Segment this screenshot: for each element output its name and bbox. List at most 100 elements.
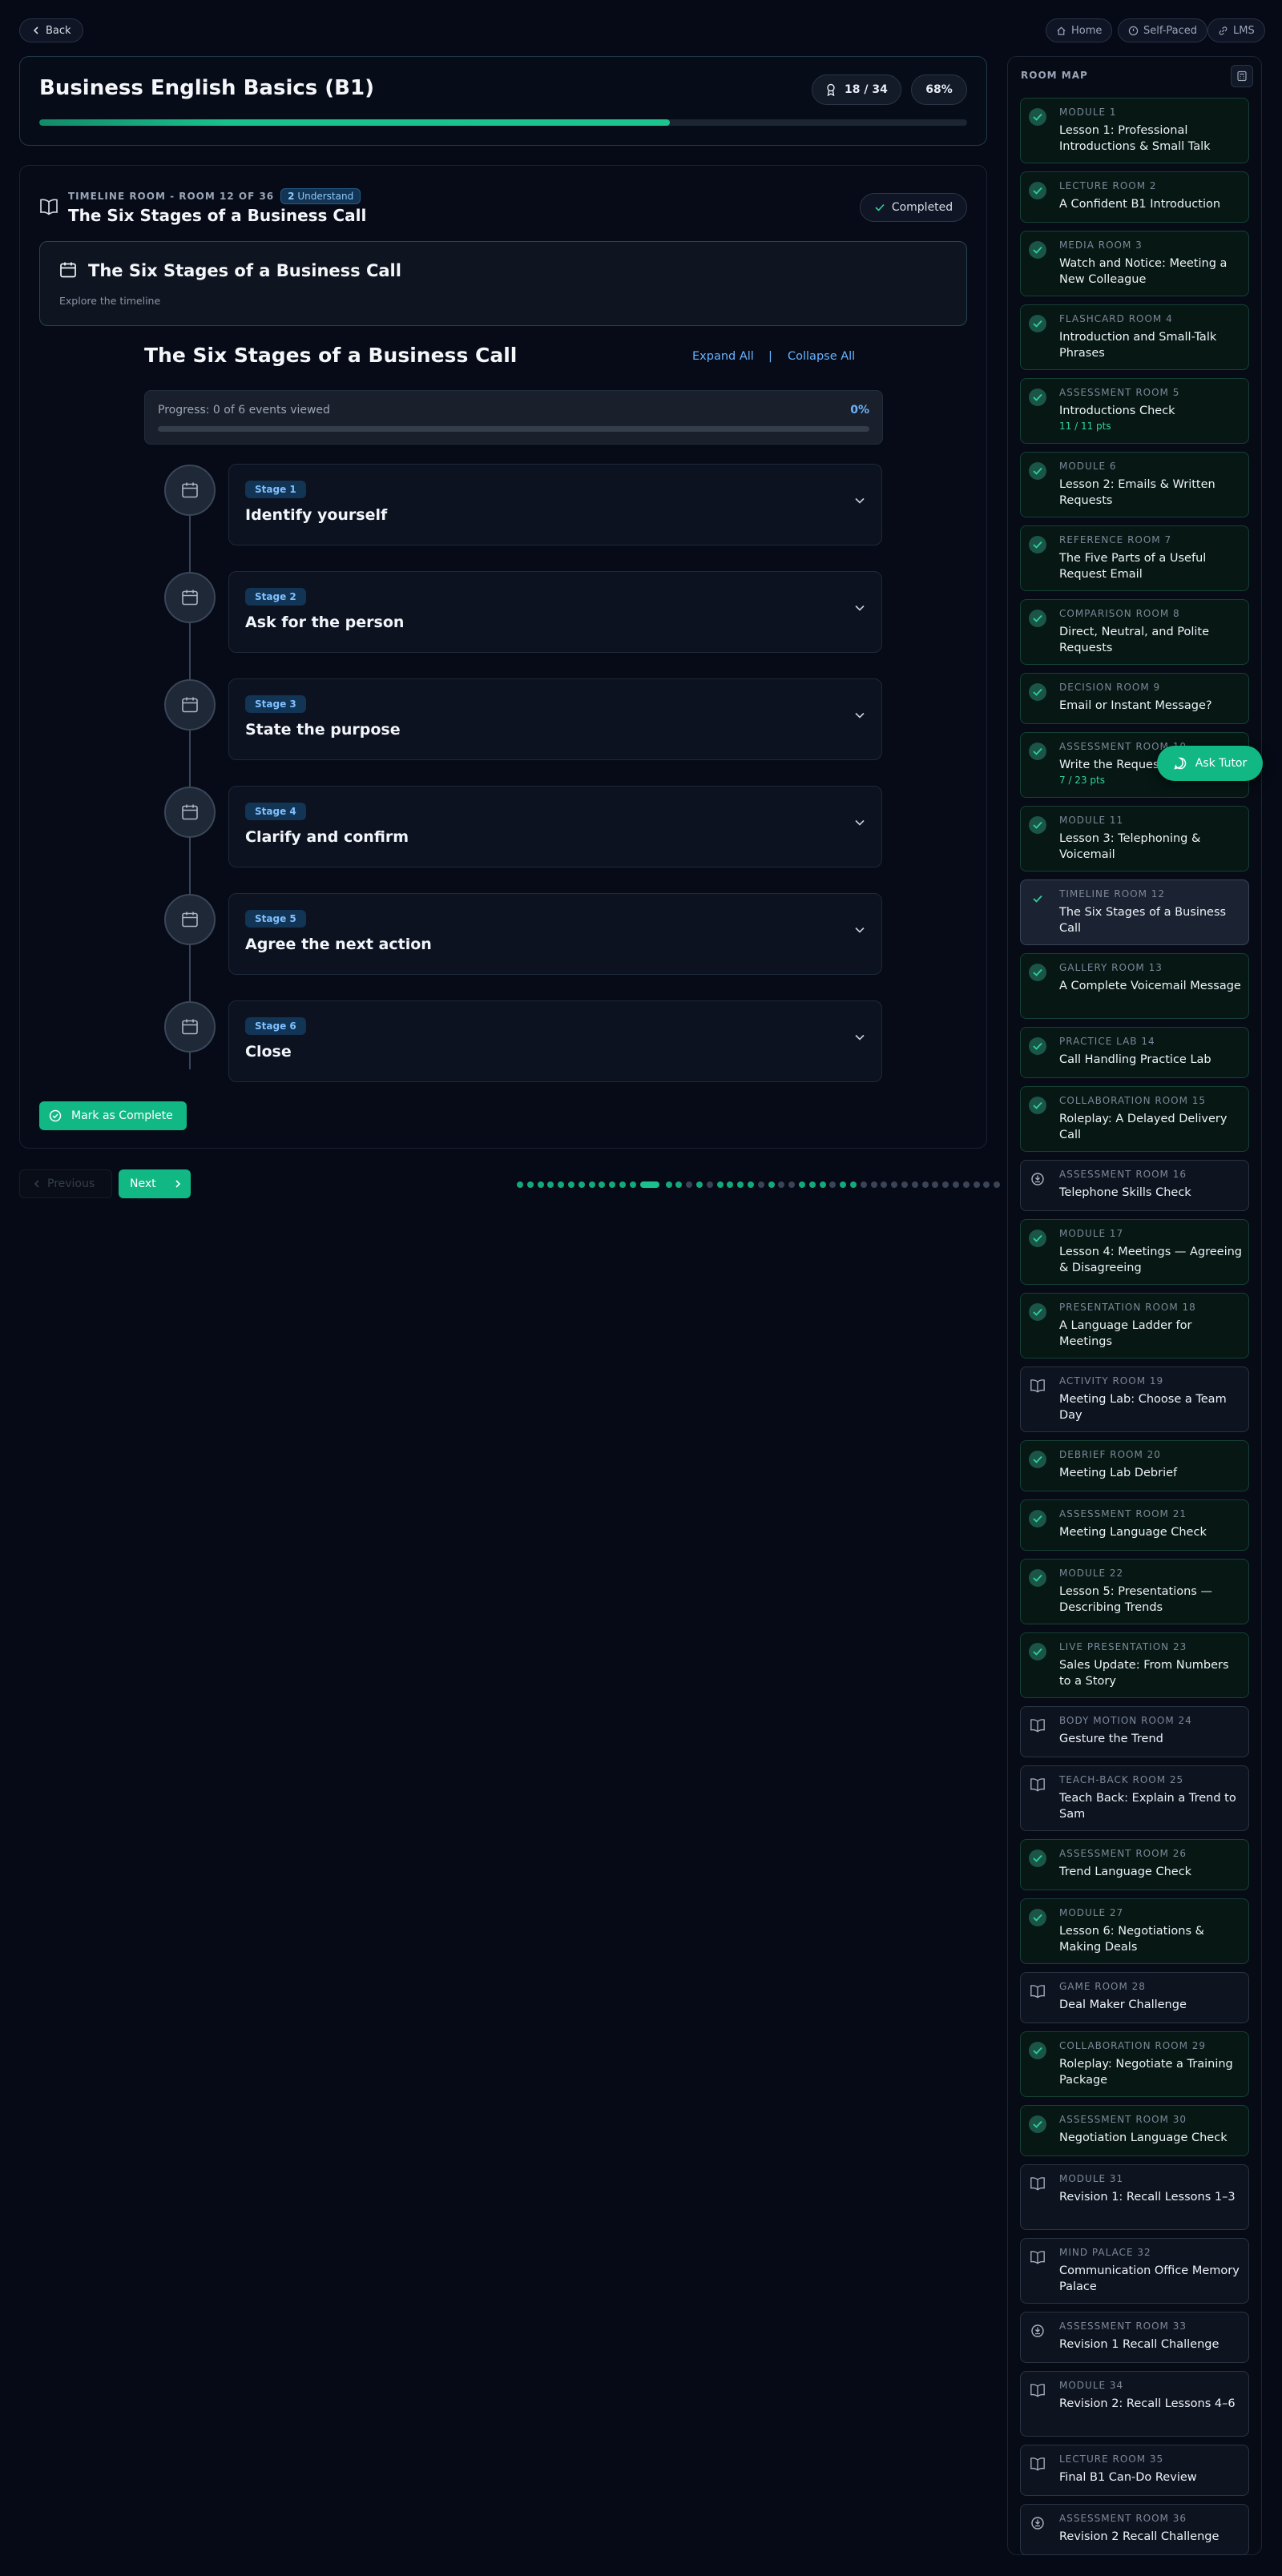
pager-dot[interactable] <box>558 1181 565 1188</box>
event-card[interactable]: Stage 5 Agree the next action <box>228 893 882 975</box>
pager-dot[interactable] <box>727 1181 734 1188</box>
pager-dot[interactable] <box>870 1181 877 1188</box>
room-map-item[interactable]: ASSESSMENT ROOM 5 Introductions Check 11 /… <box>1020 378 1249 444</box>
room-map-item[interactable]: MODULE 17 Lesson 4: Meetings — Agreeing &… <box>1020 1219 1249 1285</box>
room-map-item[interactable]: PRACTICE LAB 14 Call Handling Practice La… <box>1020 1027 1249 1078</box>
pager-dot[interactable] <box>799 1181 805 1188</box>
ask-tutor-button[interactable]: Ask Tutor <box>1157 746 1263 781</box>
pager-dot[interactable] <box>629 1181 636 1188</box>
pager-dot[interactable] <box>706 1181 713 1188</box>
pager-dot[interactable] <box>850 1181 857 1188</box>
pager-dot[interactable] <box>860 1181 867 1188</box>
room-map-item[interactable]: TIMELINE ROOM 12 The Six Stages of a Busi… <box>1020 879 1249 945</box>
pager-dot[interactable] <box>819 1181 826 1188</box>
room-map-item[interactable]: REFERENCE ROOM 7 The Five Parts of a Usef… <box>1020 525 1249 591</box>
room-map-item[interactable]: LECTURE ROOM 35 Final B1 Can-Do Review <box>1020 2445 1249 2496</box>
chevron-down-icon[interactable] <box>854 926 865 934</box>
collapse-all-button[interactable]: Collapse All <box>788 350 855 363</box>
room-map-item[interactable]: COMPARISON ROOM 8 Direct, Neutral, and Po… <box>1020 599 1249 665</box>
pager-dot[interactable] <box>921 1181 929 1188</box>
pager-dot[interactable] <box>568 1181 574 1188</box>
pager-dot[interactable] <box>994 1181 1001 1188</box>
pager-dot[interactable] <box>881 1181 888 1188</box>
pager-dot[interactable] <box>748 1181 754 1188</box>
pager-dot[interactable] <box>973 1181 980 1188</box>
next-button[interactable]: Next <box>119 1169 191 1198</box>
mark-complete-button[interactable]: Mark as Complete <box>39 1101 187 1130</box>
previous-button[interactable]: Previous <box>19 1169 112 1198</box>
pager-dot[interactable] <box>778 1181 785 1188</box>
pager-dot[interactable] <box>665 1181 672 1188</box>
room-map-item[interactable]: BODY MOTION ROOM 24 Gesture the Trend <box>1020 1706 1249 1757</box>
back-button[interactable]: Back <box>19 18 83 42</box>
pager-dot[interactable] <box>932 1181 939 1188</box>
pager-dot[interactable] <box>983 1181 990 1188</box>
pager-dot[interactable] <box>619 1181 626 1188</box>
pager-dot[interactable] <box>578 1181 585 1188</box>
pager-dot[interactable] <box>942 1181 949 1188</box>
pager-dot[interactable] <box>901 1181 908 1188</box>
room-map-item[interactable]: MODULE 27 Lesson 6: Negotiations & Making… <box>1020 1898 1249 1964</box>
event-card[interactable]: Stage 3 State the purpose <box>228 678 882 760</box>
pager-dot[interactable] <box>768 1181 775 1188</box>
pager-dot[interactable] <box>962 1181 970 1188</box>
room-map-item[interactable]: MEDIA ROOM 3 Watch and Notice: Meeting a … <box>1020 231 1249 296</box>
pager-dot[interactable] <box>686 1181 693 1188</box>
room-map-item[interactable]: ASSESSMENT ROOM 33 Revision 1 Recall Chal… <box>1020 2312 1249 2363</box>
room-map-item[interactable]: TEACH-BACK ROOM 25 Teach Back: Explain a … <box>1020 1765 1249 1831</box>
chevron-down-icon[interactable] <box>854 604 865 612</box>
room-map-item[interactable]: MODULE 6 Lesson 2: Emails & Written Reque… <box>1020 452 1249 517</box>
room-map-item[interactable]: MODULE 34 Revision 2: Recall Lessons 4–6 <box>1020 2371 1249 2437</box>
pager-dot[interactable] <box>788 1181 796 1188</box>
room-map-item[interactable]: MODULE 1 Lesson 1: Professional Introduct… <box>1020 98 1249 163</box>
chevron-down-icon[interactable] <box>854 711 865 719</box>
room-map-item[interactable]: ACTIVITY ROOM 19 Meeting Lab: Choose a Te… <box>1020 1366 1249 1432</box>
room-map-item[interactable]: GAME ROOM 28 Deal Maker Challenge <box>1020 1972 1249 2023</box>
pager-dot[interactable] <box>891 1181 898 1188</box>
pager-dot[interactable] <box>829 1181 837 1188</box>
room-map-item[interactable]: MODULE 31 Revision 1: Recall Lessons 1–3 <box>1020 2164 1249 2230</box>
event-card[interactable]: Stage 1 Identify yourself <box>228 464 882 545</box>
pager-dot[interactable] <box>716 1181 724 1188</box>
pager-dot[interactable] <box>588 1181 595 1188</box>
room-map-item[interactable]: ASSESSMENT ROOM 21 Meeting Language Check <box>1020 1499 1249 1551</box>
room-map-item[interactable]: LECTURE ROOM 2 A Confident B1 Introductio… <box>1020 171 1249 223</box>
pager-dot[interactable] <box>599 1181 606 1188</box>
pager-dot[interactable] <box>675 1181 683 1188</box>
room-map-item[interactable]: DEBRIEF ROOM 20 Meeting Lab Debrief <box>1020 1440 1249 1491</box>
chevron-down-icon[interactable] <box>854 1033 865 1041</box>
room-map-item[interactable]: ASSESSMENT ROOM 36 Revision 2 Recall Chal… <box>1020 2504 1249 2555</box>
chevron-down-icon[interactable] <box>854 819 865 827</box>
pager-dot[interactable] <box>526 1181 534 1188</box>
chevron-down-icon[interactable] <box>854 497 865 505</box>
room-map-item[interactable]: FLASHCARD ROOM 4 Introduction and Small-T… <box>1020 304 1249 370</box>
room-map-item[interactable]: MIND PALACE 32 Communication Office Memor… <box>1020 2238 1249 2304</box>
room-map-item[interactable]: MODULE 11 Lesson 3: Telephoning & Voicema… <box>1020 806 1249 871</box>
pager-dot[interactable] <box>517 1181 523 1188</box>
expand-all-button[interactable]: Expand All <box>692 350 754 363</box>
lms-button[interactable]: LMS <box>1207 18 1265 42</box>
room-map-item[interactable]: COLLABORATION ROOM 29 Roleplay: Negotiate… <box>1020 2031 1249 2097</box>
room-map-item[interactable]: LIVE PRESENTATION 23 Sales Update: From N… <box>1020 1632 1249 1698</box>
pager-dot[interactable] <box>696 1181 703 1188</box>
event-card[interactable]: Stage 6 Close <box>228 1000 882 1082</box>
pager-dot[interactable] <box>737 1181 744 1188</box>
room-map-item[interactable]: ASSESSMENT ROOM 30 Negotiation Language C… <box>1020 2105 1249 2156</box>
room-map-item[interactable]: ASSESSMENT ROOM 16 Telephone Skills Check <box>1020 1160 1249 1211</box>
pager-dot[interactable] <box>757 1181 764 1188</box>
room-map-item[interactable]: ASSESSMENT ROOM 26 Trend Language Check <box>1020 1839 1249 1890</box>
room-map-item[interactable]: PRESENTATION ROOM 18 A Language Ladder fo… <box>1020 1293 1249 1358</box>
pager-dot[interactable] <box>639 1181 659 1188</box>
room-map-item[interactable]: GALLERY ROOM 13 A Complete Voicemail Mess… <box>1020 953 1249 1019</box>
pager-dot[interactable] <box>609 1181 616 1188</box>
pager-dot[interactable] <box>537 1181 544 1188</box>
pager-dot[interactable] <box>808 1181 816 1188</box>
pager-dot[interactable] <box>911 1181 918 1188</box>
home-button[interactable]: Home <box>1046 18 1113 42</box>
room-map-item[interactable]: MODULE 22 Lesson 5: Presentations — Descr… <box>1020 1559 1249 1624</box>
pager-dot[interactable] <box>840 1181 847 1188</box>
event-card[interactable]: Stage 4 Clarify and confirm <box>228 786 882 867</box>
pager-dot[interactable] <box>953 1181 959 1188</box>
pager-dot[interactable] <box>547 1181 554 1188</box>
event-card[interactable]: Stage 2 Ask for the person <box>228 571 882 653</box>
